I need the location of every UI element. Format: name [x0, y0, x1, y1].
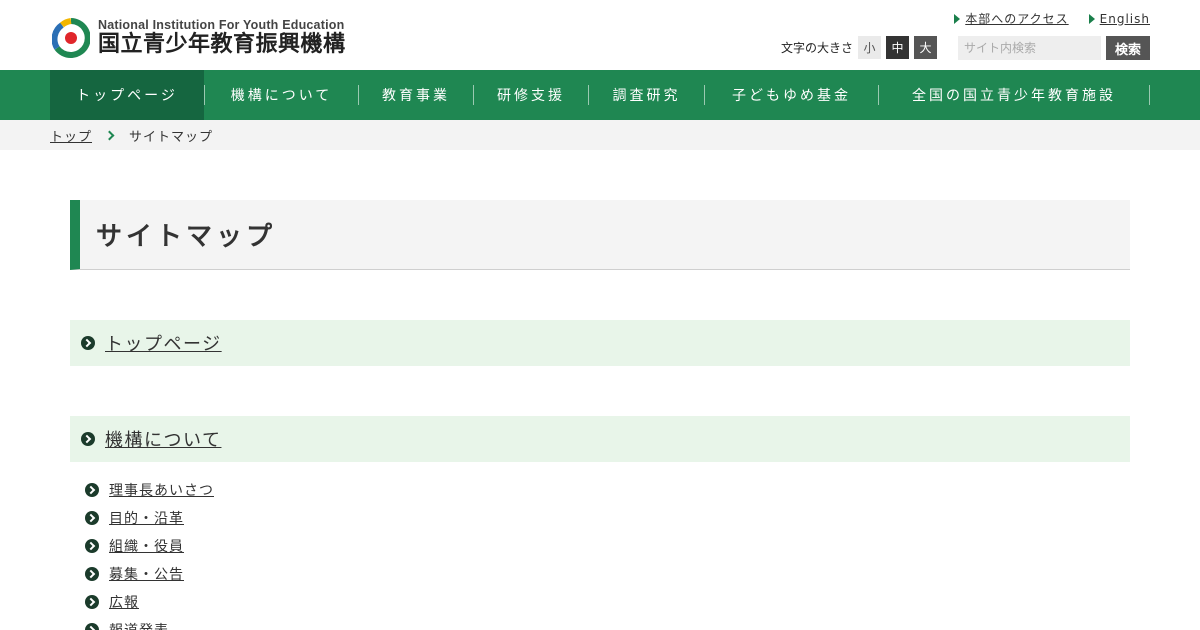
sub-link-press[interactable]: 報道発表 [109, 620, 169, 630]
global-nav: トップページ 機構について 教育事業 研修支援 調査研究 子どもゆめ基金 全国の… [0, 70, 1200, 120]
english-link-label: English [1099, 11, 1150, 26]
chevron-circle-icon [85, 623, 99, 630]
page-title: サイトマップ [70, 200, 1130, 270]
chevron-right-icon [104, 130, 115, 140]
chevron-circle-icon [85, 595, 99, 609]
access-link-label: 本部へのアクセス [965, 12, 1069, 26]
triangle-right-icon [954, 13, 961, 24]
nav-item-training[interactable]: 研修支援 [474, 70, 588, 120]
list-item: 理事長あいさつ [85, 476, 214, 504]
nav-divider [1149, 85, 1150, 105]
breadcrumb-bar: トップ サイトマップ [0, 120, 1200, 150]
font-size-small-button[interactable]: 小 [858, 36, 882, 59]
sub-link-history[interactable]: 目的・沿革 [109, 508, 184, 528]
site-header: National Institution For Youth Education… [0, 0, 1200, 70]
sub-link-pr[interactable]: 広報 [109, 592, 139, 612]
about-sub-list: 理事長あいさつ 目的・沿革 組織・役員 募集・公告 広報 報道発表 [85, 476, 214, 630]
breadcrumb: トップ サイトマップ [50, 120, 213, 150]
chevron-circle-icon [81, 432, 95, 446]
nav-item-research[interactable]: 調査研究 [589, 70, 704, 120]
logo-english-text: National Institution For Youth Education [98, 18, 345, 32]
section-link-top[interactable]: トップページ [105, 330, 222, 356]
sitemap-section-about: 機構について [70, 416, 1130, 462]
list-item: 組織・役員 [85, 532, 214, 560]
english-link[interactable]: English [1088, 10, 1150, 27]
nav-item-top[interactable]: トップページ [50, 70, 204, 120]
site-logo[interactable]: National Institution For Youth Education… [52, 18, 346, 58]
chevron-circle-icon [85, 567, 99, 581]
chevron-circle-icon [85, 539, 99, 553]
logo-japanese-text: 国立青少年教育振興機構 [98, 32, 346, 57]
header-utility-links: 本部へのアクセス English [954, 10, 1150, 27]
search-button[interactable]: 検索 [1106, 36, 1150, 60]
sub-link-recruitment[interactable]: 募集・公告 [109, 564, 184, 584]
list-item: 募集・公告 [85, 560, 214, 588]
list-item: 広報 [85, 588, 214, 616]
section-link-about[interactable]: 機構について [105, 426, 221, 452]
logo-mark-icon [52, 18, 90, 58]
chevron-circle-icon [85, 483, 99, 497]
chevron-circle-icon [81, 336, 95, 350]
nav-item-about[interactable]: 機構について [205, 70, 358, 120]
font-size-label: 文字の大きさ [781, 41, 854, 55]
list-item: 目的・沿革 [85, 504, 214, 532]
chevron-circle-icon [85, 511, 99, 525]
access-link[interactable]: 本部へのアクセス [954, 10, 1068, 27]
sub-link-greeting[interactable]: 理事長あいさつ [109, 480, 214, 500]
sitemap-section-top: トップページ [70, 320, 1130, 366]
font-size-medium-button[interactable]: 中 [886, 36, 910, 59]
nav-item-facilities[interactable]: 全国の国立青少年教育施設 [879, 70, 1149, 120]
font-size-switcher: 文字の大きさ 小 中 大 [781, 36, 938, 59]
nav-item-education[interactable]: 教育事業 [359, 70, 473, 120]
breadcrumb-current: サイトマップ [129, 129, 214, 145]
breadcrumb-home-link[interactable]: トップ [50, 126, 92, 145]
sub-link-organization[interactable]: 組織・役員 [109, 536, 184, 556]
font-size-large-button[interactable]: 大 [914, 36, 938, 59]
triangle-right-icon [1088, 13, 1095, 24]
nav-item-yume-fund[interactable]: 子どもゆめ基金 [705, 70, 878, 120]
list-item: 報道発表 [85, 616, 214, 630]
site-search-input[interactable] [958, 36, 1101, 60]
